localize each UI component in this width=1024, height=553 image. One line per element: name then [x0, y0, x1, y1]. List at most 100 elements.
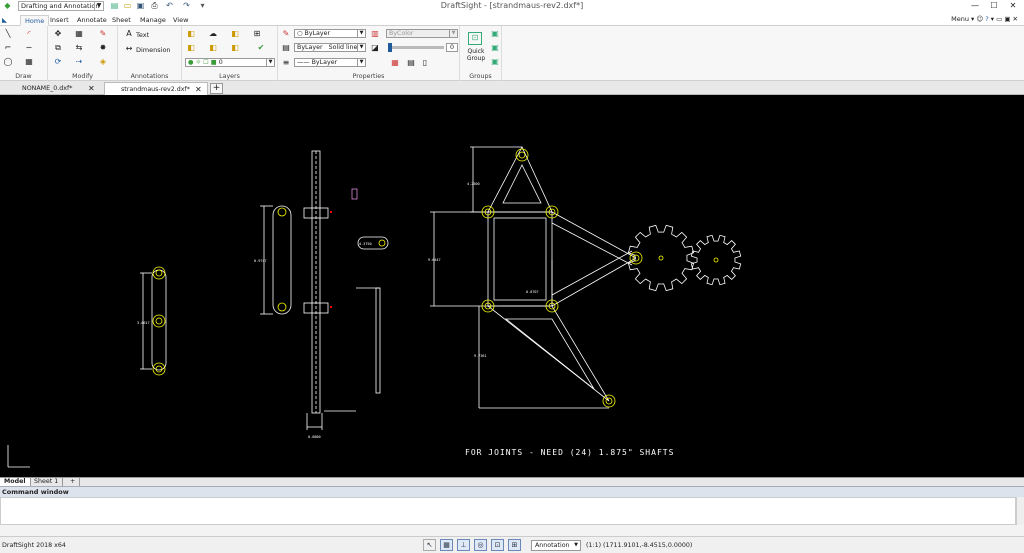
lineweight-dropdown[interactable]: —— ByLayer ▼ [294, 58, 366, 67]
lineweight-value: ByLayer [311, 59, 338, 66]
layer-previous-icon[interactable]: ◧ [230, 29, 240, 38]
color-dropdown[interactable]: ○ ByLayer ▼ [294, 29, 366, 38]
command-window-header: Command window [0, 486, 1024, 497]
layer-dropdown[interactable]: ● ☼ ☐ ■ 0 ▼ [185, 58, 275, 67]
close-icon[interactable]: ✕ [88, 82, 95, 95]
linetype-dropdown[interactable]: ByLayer Solid line ▼ [294, 43, 366, 52]
group-layers: ◧ ☁ ◧ ⊞ ◧ ◧ ◧ ✔ ● ☼ ☐ ■ 0 ▼ Layers [182, 26, 278, 81]
polyline-icon[interactable]: ⌐ [3, 43, 13, 52]
rotate-icon[interactable]: ⟳ [53, 57, 63, 66]
layer-manager-icon[interactable]: ◧ [186, 29, 196, 38]
layer-on-icon: ● ☼ ☐ ■ [188, 59, 219, 66]
app-menu-icon[interactable]: ◣ [0, 15, 9, 26]
etrack-icon[interactable]: ⊞ [508, 539, 521, 551]
transparency-input[interactable]: 0 [446, 43, 458, 52]
slider-handle[interactable] [388, 43, 392, 52]
link-part-long [272, 205, 292, 315]
title-bar: ◆ Drafting and Annotation ▼ ▤ ▭ ▣ ⎙ ↶ ↷ ▾… [0, 0, 1024, 13]
new-tab-button[interactable]: + [210, 83, 223, 94]
group-edit-icon[interactable]: ▣ [490, 29, 500, 38]
color-palette-icon[interactable]: ▥ [370, 29, 380, 38]
doc-tab-noname[interactable]: NONAME_0.dxf* ✕ [0, 82, 104, 95]
group-label-modify: Modify [72, 73, 93, 80]
minimize-ribbon-icon[interactable]: ▭ ▣ ✕ [996, 15, 1018, 23]
annotation-dropdown[interactable]: Annotation ▼ [531, 540, 581, 551]
hatch-icon[interactable]: ▦ [24, 57, 34, 66]
tab-view[interactable]: View [169, 15, 192, 26]
esnap-icon[interactable]: ⊡ [491, 539, 504, 551]
menu-area: Menu ▾ ☺ ? ▾ ▭ ▣ ✕ [951, 15, 1018, 23]
layer-walk-icon[interactable]: ⊞ [252, 29, 262, 38]
spline-icon[interactable]: ∽ [24, 43, 34, 52]
hole [152, 314, 166, 328]
group-manager-icon[interactable]: ▣ [490, 43, 500, 52]
line-icon[interactable]: ╲ [3, 29, 13, 38]
dimension-icon[interactable]: ↔ [124, 44, 134, 53]
document-tabs: NONAME_0.dxf* ✕ strandmaus-rev2.dxf* ✕ + [0, 81, 1024, 95]
chevron-down-icon: ▼ [357, 44, 365, 51]
erase-icon[interactable]: ✎ [98, 29, 108, 38]
text-icon[interactable]: A [124, 29, 134, 38]
pin-part [351, 188, 358, 200]
fillet-icon[interactable]: ◈ [98, 57, 108, 66]
tab-insert[interactable]: Insert [46, 15, 73, 26]
properties-icon[interactable]: ▦ [390, 58, 400, 67]
doc-tab-strandmaus[interactable]: strandmaus-rev2.dxf* ✕ [104, 82, 208, 95]
tab-sheet[interactable]: Sheet [108, 15, 135, 26]
match-properties-icon[interactable]: ✎ [281, 29, 291, 38]
array-icon[interactable]: ▦ [74, 29, 84, 38]
layer-off-icon[interactable]: ◧ [186, 43, 196, 52]
linetype-value: Solid line [328, 44, 358, 51]
polar-icon[interactable]: ◎ [474, 539, 487, 551]
command-input[interactable] [0, 497, 1016, 525]
circle-icon[interactable]: ◯ [3, 57, 13, 66]
copy-icon[interactable]: ⧉ [53, 43, 63, 52]
document-icon[interactable]: ▯ [420, 58, 430, 67]
command-scrollbar[interactable] [1016, 497, 1024, 525]
maximize-icon[interactable]: ☐ [985, 0, 1003, 12]
mirror-icon[interactable]: ⇆ [74, 43, 84, 52]
list-icon[interactable]: ▤ [406, 58, 416, 67]
hole [658, 255, 664, 261]
text-button[interactable]: Text [136, 31, 149, 39]
quick-group-button[interactable]: Quick Group [463, 48, 489, 62]
stretch-icon[interactable]: ⇢ [74, 57, 84, 66]
quick-group-icon[interactable]: ⊡ [468, 32, 482, 45]
transparency-icon[interactable]: ◪ [370, 43, 380, 52]
scale-readout: (1:1) [586, 542, 602, 549]
ungroup-icon[interactable]: ▣ [490, 57, 500, 66]
transparency-slider[interactable] [388, 43, 444, 52]
bycolor-dropdown[interactable]: ByColor ▼ [386, 29, 458, 38]
color-circle-icon: ○ [297, 30, 305, 37]
dimension-button[interactable]: Dimension [136, 46, 171, 54]
close-icon[interactable]: ✕ [1004, 0, 1022, 12]
drawing-canvas[interactable]: 3.0617 0.9747 0.0800 4.3750 9.6447 0.870… [0, 95, 1024, 477]
lineweight-icon[interactable]: ≡ [281, 58, 291, 67]
lineweight-line-icon: —— [297, 59, 312, 66]
minimize-icon[interactable]: — [966, 0, 984, 12]
chevron-down-icon: ▼ [449, 30, 457, 37]
doc-tab-label: strandmaus-rev2.dxf* [121, 86, 190, 93]
layer-state-icon[interactable]: ☁ [208, 29, 218, 38]
linetype-icon[interactable]: ▤ [281, 43, 291, 52]
group-label-annotations: Annotations [130, 73, 169, 80]
group-label-properties: Properties [352, 73, 385, 80]
chevron-down-icon: ▼ [357, 30, 365, 37]
layer-freeze-icon[interactable]: ◧ [208, 43, 218, 52]
linetype-layer: ByLayer [297, 44, 323, 51]
menu-button[interactable]: Menu [951, 15, 969, 23]
layer-current-icon[interactable]: ✔ [256, 43, 266, 52]
layer-lock-icon[interactable]: ◧ [230, 43, 240, 52]
arc-icon[interactable]: ◜ [24, 29, 34, 38]
grid-icon[interactable]: ▦ [440, 539, 453, 551]
help-icon[interactable]: ☺ [976, 15, 983, 23]
tab-manage[interactable]: Manage [136, 15, 170, 26]
explode-icon[interactable]: ✸ [98, 43, 108, 52]
tab-annotate[interactable]: Annotate [73, 15, 111, 26]
move-icon[interactable]: ✥ [53, 29, 63, 38]
pointer-icon[interactable]: ↖ [423, 539, 436, 551]
dim-label: 0.8707 [526, 290, 539, 294]
tab-home[interactable]: Home [20, 15, 50, 26]
group-groups: ⊡ Quick Group ▣ ▣ ▣ Groups [460, 26, 502, 81]
ortho-icon[interactable]: ⊥ [457, 539, 470, 551]
